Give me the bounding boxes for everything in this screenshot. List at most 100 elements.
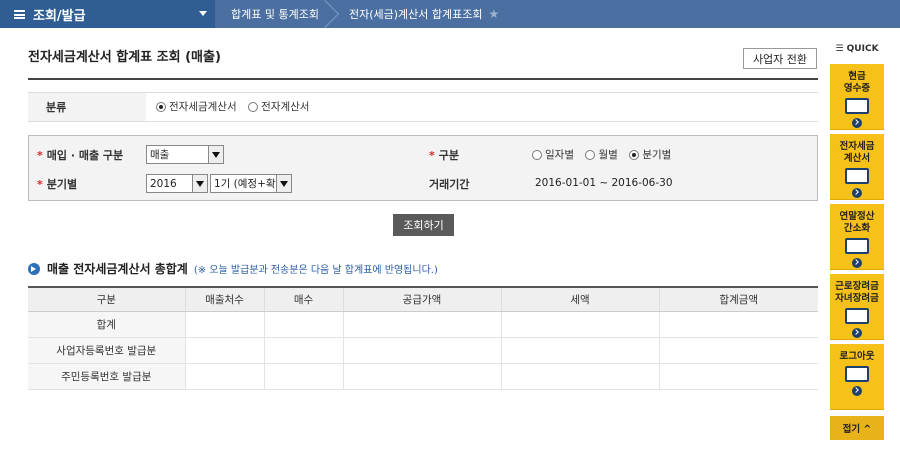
quick-item-label: 로그아웃: [839, 351, 875, 362]
hamburger-icon: [14, 9, 25, 19]
type-label-text: 매입 · 매출 구분: [46, 149, 124, 162]
radio-label: 전자세금계산서: [169, 101, 237, 114]
period-value: 2016-01-01 ~ 2016-06-30: [535, 177, 673, 189]
quick-earned-income-credit[interactable]: 근로장려금 자녀장려금: [830, 274, 884, 340]
menu-lines-icon: ☰: [835, 44, 847, 54]
search-button[interactable]: 조회하기: [393, 214, 454, 236]
arrow-circle-icon: [28, 262, 40, 275]
dropdown-arrow-icon: [208, 146, 223, 163]
radio-label: 분기별: [642, 149, 672, 161]
table-row: 주민등록번호 발급분: [28, 363, 818, 390]
quarter-select[interactable]: 1기 (예정+확정: [210, 174, 292, 193]
radio-dot: [585, 149, 596, 160]
dropdown-arrow-icon: [192, 175, 207, 192]
chevron-circle-icon: [852, 328, 862, 338]
quick-header-text: QUICK: [846, 44, 879, 54]
table-cell: [184, 363, 264, 390]
period-label: 거래기간: [429, 176, 469, 192]
division-label: * 구분: [429, 148, 460, 163]
heart-icon: [845, 308, 869, 324]
column-header: 세액: [500, 286, 659, 312]
year-select[interactable]: 2016: [146, 174, 208, 193]
quick-year-end-settlement[interactable]: 연말정산 간소화: [830, 204, 884, 270]
dropdown-arrow-icon: [276, 175, 291, 192]
table-row: 사업자등록번호 발급분: [28, 337, 818, 364]
lock-icon: [845, 366, 869, 382]
radio-dot: [156, 101, 166, 112]
table-cell: [658, 363, 818, 390]
quick-menu: ☰ QUICK 현금 영수증 전자세금 계산서 연말정산 간소화 근로장려금 자…: [830, 44, 884, 454]
radio-label: 전자계산서: [261, 101, 310, 114]
radio-quarterly[interactable]: 분기별: [629, 147, 671, 162]
type-select-value: 매출: [150, 149, 170, 161]
radio-label: 월별: [598, 149, 618, 161]
table-cell: [342, 337, 501, 364]
quarter-select-value: 1기 (예정+확정: [214, 178, 286, 190]
row-label: 합계: [28, 311, 185, 338]
row-label: 사업자등록번호 발급분: [28, 337, 185, 364]
radio-monthly[interactable]: 월별: [585, 147, 618, 162]
invoice-icon: [845, 168, 869, 184]
type-select[interactable]: 매출: [146, 145, 224, 164]
quick-item-label: 현금 영수증: [843, 71, 871, 94]
quick-item-label: 전자세금 계산서: [839, 141, 875, 164]
period-label-text: 거래기간: [429, 178, 470, 191]
receipt-icon: [845, 98, 869, 114]
table-row: 합계: [28, 311, 818, 338]
caret-down-icon: [199, 11, 207, 16]
table-cell: [342, 363, 501, 390]
classification-row: 분류 전자세금계산서 전자계산서: [28, 92, 818, 122]
summary-note: (※ 오늘 발급분과 전송분은 다음 날 합계표에 반영됩니다.): [193, 265, 438, 276]
type-label: * 매입 · 매출 구분: [37, 148, 124, 163]
quarter-label: * 분기별: [37, 177, 78, 192]
column-header: 합계금액: [658, 286, 818, 312]
chevron-circle-icon: [852, 258, 862, 268]
summary-title: 매출 전자세금계산서 총합계: [47, 262, 188, 276]
breadcrumb-stats[interactable]: 합계표 및 통계조회: [215, 0, 340, 29]
column-header: 공급가액: [342, 286, 501, 312]
title-divider: [28, 78, 818, 80]
summary-heading: 매출 전자세금계산서 총합계 (※ 오늘 발급분과 전송분은 다음 날 합계표에…: [28, 260, 438, 277]
quick-collapse-button[interactable]: 접기 ^: [830, 416, 884, 440]
column-header: 매출처수: [184, 286, 264, 312]
radio-daily[interactable]: 일자별: [532, 147, 574, 162]
table-header-row: 구분 매출처수 매수 공급가액 세액 합계금액: [28, 286, 818, 312]
quick-cash-receipt[interactable]: 현금 영수증: [830, 64, 884, 130]
quick-item-label: 연말정산 간소화: [839, 211, 875, 234]
search-criteria-box: * 매입 · 매출 구분 매출 * 구분 일자별 월별 분기별 * 분기별 2016 …: [28, 135, 818, 201]
column-header: 매수: [263, 286, 343, 312]
table-cell: [184, 311, 264, 338]
quick-header: ☰ QUICK: [830, 44, 884, 58]
breadcrumb-summary[interactable]: 전자(세금)계산서 합계표조회 ★: [333, 0, 513, 28]
table-cell: [263, 363, 343, 390]
quick-logout[interactable]: 로그아웃: [830, 344, 884, 410]
chevron-circle-icon: [852, 386, 862, 396]
table-cell: [658, 337, 818, 364]
table-cell: [500, 337, 659, 364]
switch-business-button[interactable]: 사업자 전환: [743, 48, 817, 69]
quick-item-label: 근로장려금 자녀장려금: [835, 281, 879, 304]
table-cell: [500, 311, 659, 338]
breadcrumb-label: 전자(세금)계산서 합계표조회: [348, 8, 483, 21]
radio-label: 일자별: [545, 149, 574, 161]
radio-electronic-tax-invoice[interactable]: 전자세금계산서: [156, 99, 237, 114]
main-menu-label: 조회/발급: [33, 8, 86, 24]
radio-dot: [248, 101, 259, 112]
main-menu-dropdown[interactable]: 조회/발급: [0, 0, 215, 28]
favorite-star-icon[interactable]: ★: [488, 7, 499, 21]
table-cell: [658, 311, 818, 338]
division-label-text: 구분: [438, 149, 460, 162]
year-select-value: 2016: [150, 177, 177, 190]
breadcrumb-label: 합계표 및 통계조회: [231, 8, 319, 21]
row-label: 주민등록번호 발급분: [28, 363, 185, 390]
page-title: 전자세금계산서 합계표 조회 (매출): [28, 50, 221, 65]
radio-electronic-invoice[interactable]: 전자계산서: [248, 99, 309, 114]
quick-e-tax-invoice[interactable]: 전자세금 계산서: [830, 134, 884, 200]
table-cell: [263, 311, 343, 338]
table-cell: [342, 311, 501, 338]
table-cell: [263, 337, 343, 364]
table-cell: [500, 363, 659, 390]
radio-dot: [532, 149, 542, 160]
chevron-circle-icon: [852, 118, 862, 128]
top-navigation-bar: 조회/발급 합계표 및 통계조회 전자(세금)계산서 합계표조회 ★: [0, 0, 900, 29]
